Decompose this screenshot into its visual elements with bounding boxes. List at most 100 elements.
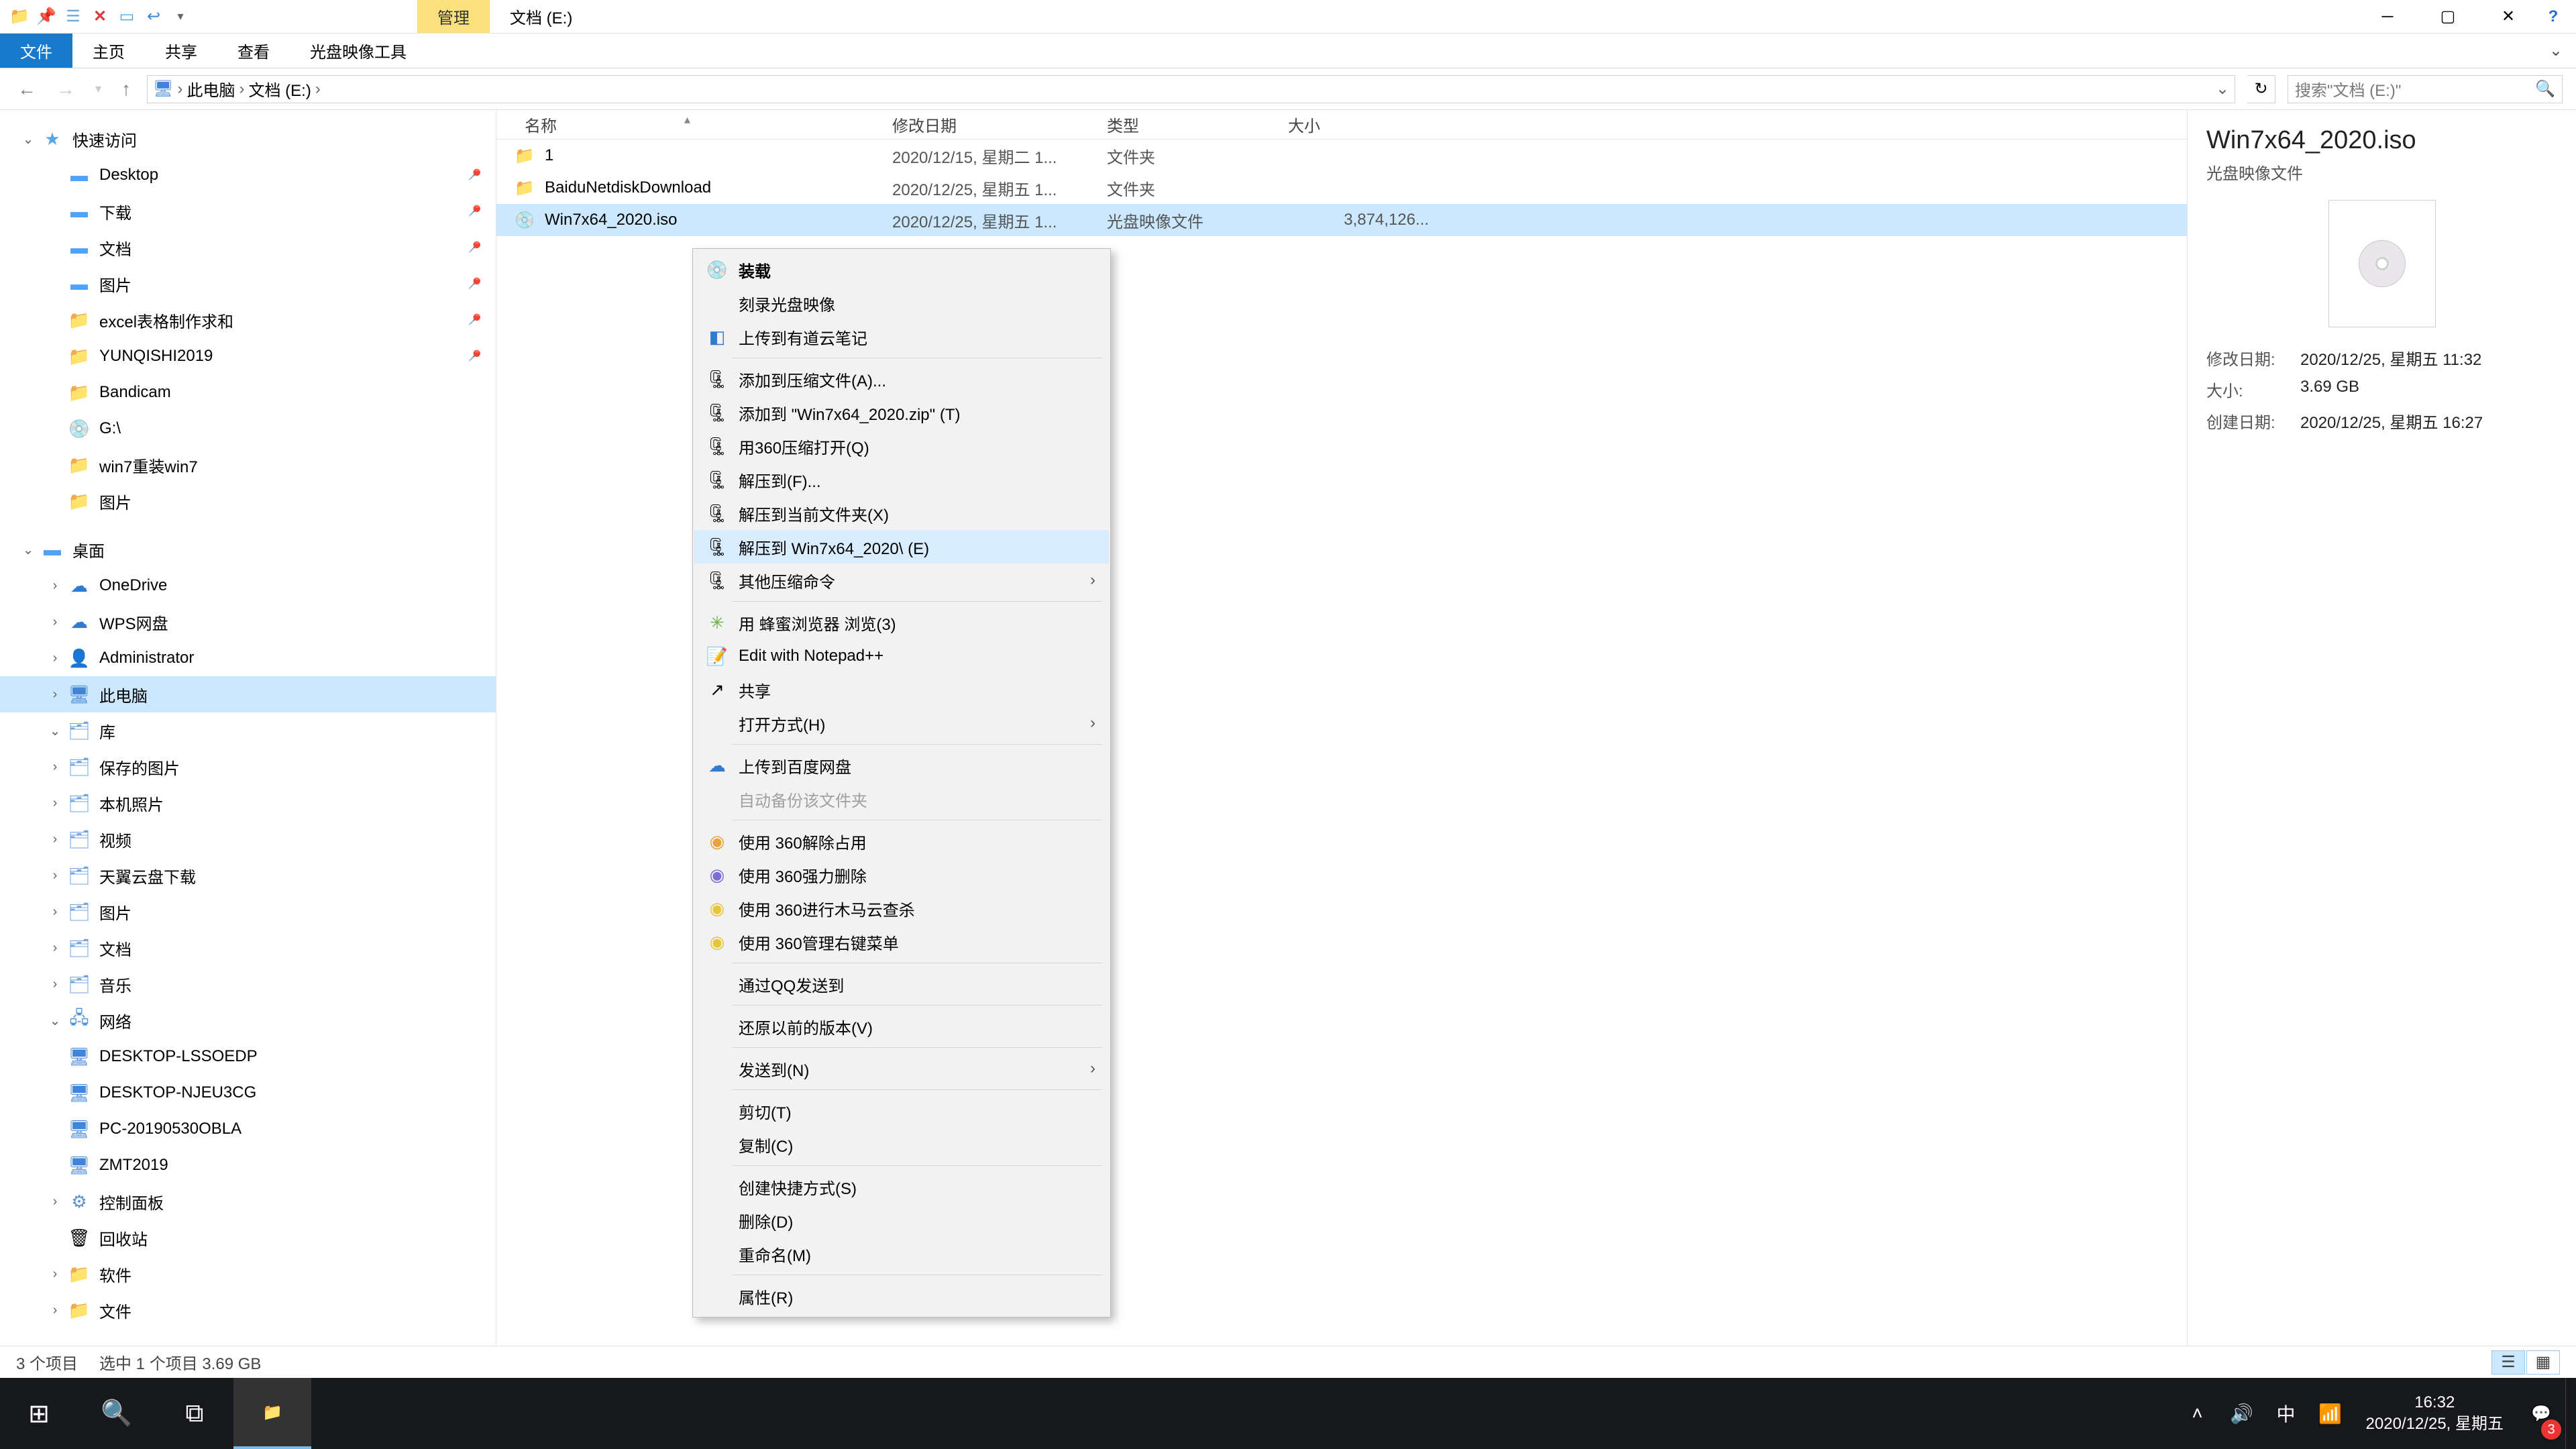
cm-add-zip[interactable]: 🗜添加到 "Win7x64_2020.zip" (T) [694, 396, 1109, 429]
breadcrumb-current[interactable]: 文档 (E:) [249, 77, 311, 101]
task-view-button[interactable]: ⧉ [156, 1378, 233, 1449]
tree-cpanel[interactable]: ›⚙控制面板 [0, 1183, 496, 1220]
tree-pc4[interactable]: 🖥ZMT2019 [0, 1147, 496, 1183]
nav-recent-dropdown[interactable]: ▾ [91, 82, 105, 96]
tree-win7reinstall[interactable]: 📁win7重装win7 [0, 447, 496, 483]
tree-wps[interactable]: ›☁WPS网盘 [0, 604, 496, 640]
start-button[interactable]: ⊞ [0, 1378, 78, 1449]
tree-bandicam[interactable]: 📁Bandicam [0, 374, 496, 411]
tree-pc2[interactable]: 🖥DESKTOP-NJEU3CG [0, 1075, 496, 1111]
maximize-button[interactable]: ▢ [2418, 0, 2478, 34]
tree-quick-access[interactable]: ⌄★快速访问 [0, 121, 496, 157]
cm-create-shortcut[interactable]: 创建快捷方式(S) [694, 1170, 1109, 1203]
cm-open-360[interactable]: 🗜用360压缩打开(Q) [694, 429, 1109, 463]
show-desktop-button[interactable] [2565, 1378, 2576, 1449]
qat-new-icon[interactable]: ▭ [118, 8, 136, 25]
table-row[interactable]: 💿Win7x64_2020.iso 2020/12/25, 星期五 1... 光… [496, 204, 2187, 236]
cm-360-trojan[interactable]: ◉使用 360进行木马云查杀 [694, 892, 1109, 925]
ribbon-file[interactable]: 文件 [0, 34, 72, 68]
ribbon-share[interactable]: 共享 [145, 34, 217, 68]
breadcrumb[interactable]: 🖥 › 此电脑 › 文档 (E:) › ⌄ [147, 75, 2235, 103]
taskbar-search-button[interactable]: 🔍 [78, 1378, 156, 1449]
tree-tianyi[interactable]: ›🗂天翼云盘下载 [0, 857, 496, 894]
table-row[interactable]: 📁1 2020/12/15, 星期二 1... 文件夹 [496, 140, 2187, 172]
ime-indicator[interactable]: 中 [2264, 1378, 2308, 1449]
breadcrumb-dropdown-icon[interactable]: ⌄ [2216, 79, 2235, 99]
cm-baidu-upload[interactable]: ☁上传到百度网盘 [694, 749, 1109, 782]
view-icons-button[interactable]: ▦ [2526, 1350, 2560, 1375]
cm-youdao[interactable]: ◧上传到有道云笔记 [694, 320, 1109, 354]
tree-gdrive[interactable]: 💿G:\ [0, 411, 496, 447]
chevron-right-icon[interactable]: › [239, 80, 245, 99]
cm-extract-named[interactable]: 🗜解压到 Win7x64_2020\ (E) [694, 530, 1109, 564]
tree-camera[interactable]: ›🗂本机照片 [0, 785, 496, 821]
cm-qq-send[interactable]: 通过QQ发送到 [694, 967, 1109, 1001]
taskbar-clock[interactable]: 16:32 2020/12/25, 星期五 [2353, 1392, 2517, 1436]
search-icon[interactable]: 🔍 [2535, 79, 2555, 99]
qat-checklist-icon[interactable]: ☰ [64, 8, 82, 25]
help-button[interactable]: ? [2538, 0, 2576, 34]
cm-copy[interactable]: 复制(C) [694, 1128, 1109, 1161]
tree-pictures[interactable]: ▬图片📍 [0, 266, 496, 302]
search-input[interactable]: 搜索"文档 (E:)" 🔍 [2288, 75, 2563, 103]
cm-mount[interactable]: 💿装载 [694, 253, 1109, 286]
column-date[interactable]: 修改日期 [892, 113, 1107, 136]
cm-360-unlock[interactable]: ◉使用 360解除占用 [694, 824, 1109, 858]
nav-up-button[interactable]: ↑ [117, 78, 135, 100]
cm-bee-browser[interactable]: ✳用 蜂蜜浏览器 浏览(3) [694, 606, 1109, 639]
tree-network[interactable]: ⌄🖧网络 [0, 1002, 496, 1038]
tree-lib[interactable]: ⌄🗂库 [0, 712, 496, 749]
taskbar-explorer[interactable]: 📁 [233, 1378, 311, 1449]
view-details-button[interactable]: ☰ [2491, 1350, 2525, 1375]
tree-documents2[interactable]: ›🗂文档 [0, 930, 496, 966]
cm-burn[interactable]: 刻录光盘映像 [694, 286, 1109, 320]
ribbon-disc-tools[interactable]: 光盘映像工具 [290, 34, 427, 68]
tree-software[interactable]: ›📁软件 [0, 1256, 496, 1292]
qat-pin-icon[interactable]: 📌 [38, 8, 55, 25]
cm-cut[interactable]: 剪切(T) [694, 1094, 1109, 1128]
chevron-right-icon[interactable]: › [178, 80, 183, 99]
tray-volume-icon[interactable]: 🔊 [2220, 1378, 2264, 1449]
ribbon-expand-icon[interactable]: ⌄ [2549, 34, 2576, 68]
cm-share[interactable]: ↗共享 [694, 673, 1109, 706]
cm-extract-here[interactable]: 🗜解压到当前文件夹(X) [694, 496, 1109, 530]
cm-notepadpp[interactable]: 📝Edit with Notepad++ [694, 639, 1109, 673]
tree-pictures3[interactable]: ›🗂图片 [0, 894, 496, 930]
tree-thispc[interactable]: ›🖥此电脑 [0, 676, 496, 712]
tree-documents[interactable]: ▬文档📍 [0, 229, 496, 266]
tree-yunqishi[interactable]: 📁YUNQISHI2019📍 [0, 338, 496, 374]
cm-other-compress[interactable]: 🗜其他压缩命令› [694, 564, 1109, 597]
cm-rename[interactable]: 重命名(M) [694, 1237, 1109, 1271]
cm-360-force-delete[interactable]: ◉使用 360强力删除 [694, 858, 1109, 892]
cm-properties[interactable]: 属性(R) [694, 1279, 1109, 1313]
tree-recycle[interactable]: 🗑回收站 [0, 1220, 496, 1256]
tree-pc1[interactable]: 🖥DESKTOP-LSSOEDP [0, 1038, 496, 1075]
qat-undo-icon[interactable]: ↩ [145, 8, 162, 25]
refresh-button[interactable]: ↻ [2247, 75, 2275, 103]
qat-delete-icon[interactable]: ✕ [91, 8, 109, 25]
table-row[interactable]: 📁BaiduNetdiskDownload 2020/12/25, 星期五 1.… [496, 172, 2187, 204]
tree-downloads[interactable]: ▬下载📍 [0, 193, 496, 229]
tree-desktop[interactable]: ▬Desktop📍 [0, 157, 496, 193]
close-button[interactable]: ✕ [2478, 0, 2538, 34]
notification-button[interactable]: 💬3 [2517, 1378, 2565, 1449]
tab-manage[interactable]: 管理 [417, 0, 490, 33]
cm-restore-prev[interactable]: 还原以前的版本(V) [694, 1010, 1109, 1043]
tree-pictures2[interactable]: 📁图片 [0, 483, 496, 519]
tray-network-icon[interactable]: 📶 [2308, 1378, 2353, 1449]
tree-music[interactable]: ›🗂音乐 [0, 966, 496, 1002]
cm-360-menu[interactable]: ◉使用 360管理右键菜单 [694, 925, 1109, 959]
nav-forward-button[interactable]: → [52, 78, 79, 100]
tree-savedpics[interactable]: ›🗂保存的图片 [0, 749, 496, 785]
column-name[interactable]: 名称▴ [496, 113, 892, 136]
cm-delete[interactable]: 删除(D) [694, 1203, 1109, 1237]
qat-dropdown-icon[interactable]: ▾ [172, 8, 189, 25]
nav-tree[interactable]: ⌄★快速访问 ▬Desktop📍 ▬下载📍 ▬文档📍 ▬图片📍 📁excel表格… [0, 110, 496, 1346]
tree-onedrive[interactable]: ›☁OneDrive [0, 568, 496, 604]
breadcrumb-root[interactable]: 此电脑 [187, 77, 235, 101]
nav-back-button[interactable]: ← [13, 78, 40, 100]
tray-chevron-icon[interactable]: ˄ [2176, 1378, 2220, 1449]
ribbon-home[interactable]: 主页 [72, 34, 145, 68]
tree-videos[interactable]: ›🗂视频 [0, 821, 496, 857]
tree-files[interactable]: ›📁文件 [0, 1292, 496, 1328]
